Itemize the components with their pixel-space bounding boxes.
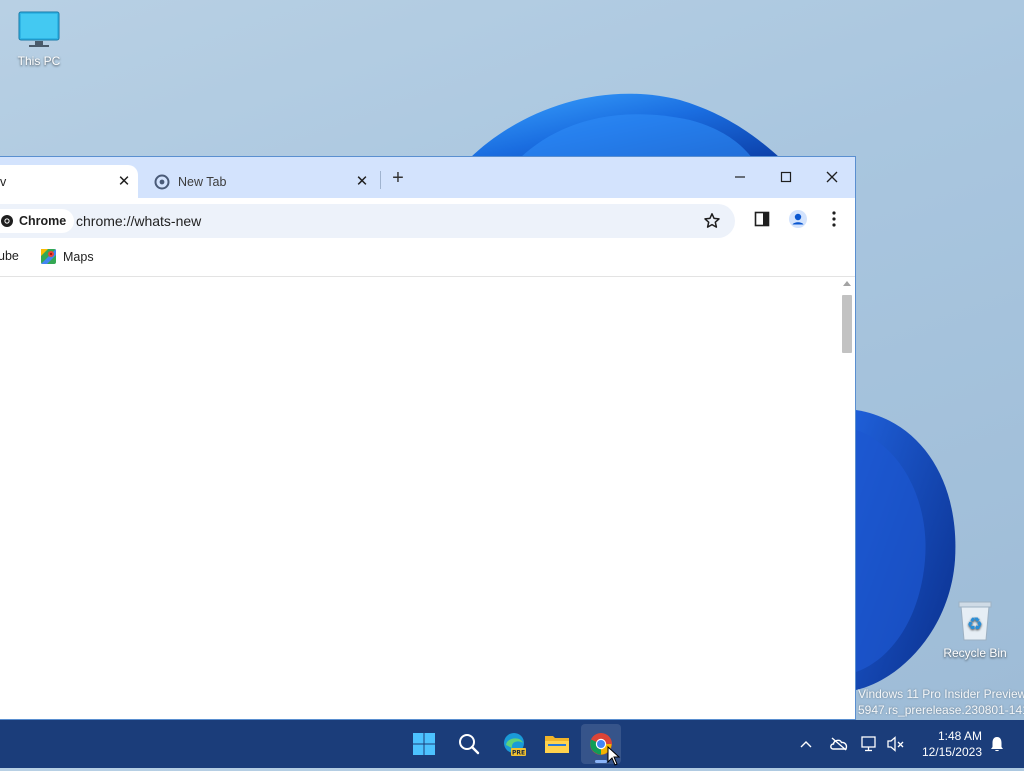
volume-muted-icon [887,736,904,752]
bell-icon [991,737,1003,752]
mouse-cursor-icon [607,745,621,771]
tab-title: New Tab [178,175,227,189]
maps-icon [41,249,56,264]
minimize-button[interactable] [720,163,760,191]
kebab-menu-icon[interactable] [822,207,846,231]
monitor-icon [17,10,61,50]
search-button[interactable] [449,724,489,764]
clock-date: 12/15/2023 [921,745,982,759]
bookmark-label: ube [0,249,19,263]
file-explorer-icon [545,736,569,753]
desktop-icon-this-pc[interactable]: This PC [4,10,74,68]
edge-pre-button[interactable]: PRE [494,724,534,764]
tab-close-icon[interactable]: ✕ [352,171,372,191]
bookmark-youtube[interactable]: ube [0,249,19,263]
scrollbar-thumb[interactable] [842,295,852,353]
watermark-line-1: Vindows 11 Pro Insider Preview [858,687,1024,701]
page-content [0,277,855,719]
omnibox[interactable]: Chrome chrome://whats-new [0,204,735,238]
new-tab-button[interactable]: + [387,167,409,189]
network-icon [861,736,876,752]
side-panel-icon[interactable] [750,207,774,231]
onedrive-off-icon [830,737,848,751]
taskbar-clock[interactable]: 1:48 AM 12/15/2023 [922,728,982,760]
tab-new-tab[interactable]: New Tab ✕ [146,165,378,198]
build-watermark: Vindows 11 Pro Insider Preview 5947.rs_p… [858,686,1024,718]
network-button[interactable] [858,720,882,768]
minimize-icon [735,176,745,178]
search-icon [459,734,480,755]
vertical-scrollbar[interactable] [839,277,855,719]
site-chip-label: Chrome [19,214,67,228]
bookmark-maps[interactable]: Maps [41,249,94,264]
watermark-line-2: 5947.rs_prerelease.230801-1416 [858,703,1024,717]
edge-pre-icon: PRE [504,733,526,757]
tab-strip: v ✕ New Tab ✕ + [0,157,855,198]
profile-avatar-icon[interactable] [786,207,810,231]
running-indicator [595,760,607,763]
start-button[interactable] [404,724,444,764]
maximize-icon [780,171,792,183]
browser-toolbar: Chrome chrome://whats-new [0,198,855,238]
svg-text:PRE: PRE [512,750,525,757]
file-explorer-button[interactable] [537,724,577,764]
svg-text:♻: ♻ [967,614,983,635]
desktop-icon-recycle-bin[interactable]: ♻ Recycle Bin [940,598,1010,660]
site-chip[interactable]: Chrome [0,209,75,233]
chevron-up-icon [800,741,812,748]
bookmark-star-icon[interactable] [700,209,724,233]
maximize-button[interactable] [766,163,806,191]
tab-title: v [0,175,7,189]
chrome-newtab-favicon-icon [154,174,170,190]
start-icon [413,733,435,755]
recycle-bin-icon: ♻ [955,598,995,642]
notifications-button[interactable] [986,720,1008,768]
bookmarks-bar: ube Maps [0,238,855,277]
chrome-logo-icon [0,214,14,228]
desktop-icon-label: This PC [17,54,61,68]
desktop-icon-label: Recycle Bin [943,646,1007,660]
scroll-up-arrow-icon[interactable] [843,281,851,286]
clock-time: 1:48 AM [937,729,982,743]
tab-close-icon[interactable]: ✕ [114,171,134,191]
bookmark-label: Maps [63,249,94,264]
close-icon [826,171,838,183]
tab-separator [380,171,381,189]
url-text[interactable]: chrome://whats-new [76,213,201,229]
show-hidden-icons-button[interactable] [794,720,818,768]
close-button[interactable] [812,163,852,191]
onedrive-button[interactable] [826,720,852,768]
chrome-window: v ✕ New Tab ✕ + Chrome chrome://whats-ne… [0,156,856,720]
taskbar: PRE 1:48 AM 12/15/2023 [0,720,1024,768]
volume-button[interactable] [884,720,908,768]
tab-active[interactable]: v ✕ [0,165,138,198]
